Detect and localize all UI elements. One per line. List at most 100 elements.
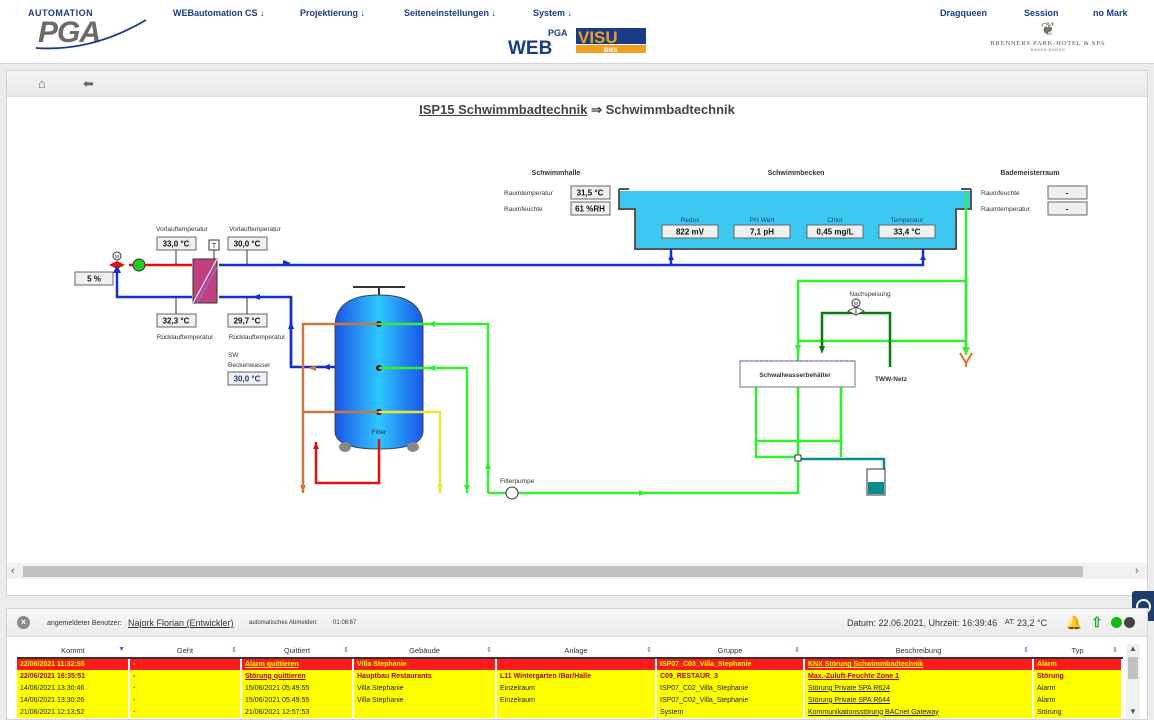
heating-pipes (115, 249, 925, 369)
label-schwimmhalle: Schwimmhalle (532, 170, 581, 177)
hotel-emblem-icon: ❦ (1040, 19, 1056, 40)
webvisu-visu-text: VISU (578, 28, 618, 47)
alarm-row[interactable]: 22/06/2021 16:35:51 - Störung quittieren… (17, 670, 1123, 682)
breadcrumb-link[interactable]: ISP15 Schwimmbadtechnik (419, 102, 587, 117)
menu-webautomation[interactable]: WEBautomation CS ↓ (173, 8, 265, 18)
mixing-valve-icon[interactable]: M (109, 251, 125, 273)
scroll-up-icon[interactable]: ▲ (1129, 644, 1137, 653)
col-gebaeude[interactable]: Gebäude ⇕ (353, 644, 496, 659)
webvisu-bms-text: BMS (604, 48, 617, 54)
menu-dragqueen[interactable]: Dragqueen (940, 8, 987, 18)
header: AUTOMATION PGA WEBautomation CS ↓ Projek… (0, 0, 1154, 64)
label-raumfeuchte: Raumfeuchte (504, 206, 543, 213)
refill-valve-icon[interactable]: M (847, 298, 865, 316)
valve-small-icon (794, 454, 802, 462)
label-beckentemperatur: Temperatur (891, 217, 925, 224)
hotel-name: BRENNERS PARK-HOTEL & SPA (990, 40, 1106, 47)
label-filter: Filter (372, 429, 387, 436)
logout-label: automatisches Abmelden: (249, 620, 318, 626)
svg-text:T: T (212, 243, 217, 250)
hotel-logo: ❦ BRENNERS PARK-HOTEL & SPA BADEN-BADEN (986, 19, 1110, 53)
dosing-tank (866, 468, 886, 496)
webvisu-logo: PGA WEB VISU BMS (508, 28, 646, 56)
webvisu-small-text: PGA (548, 28, 568, 38)
label-sw: SW (228, 352, 239, 359)
sort-icon: ⇕ (646, 647, 652, 654)
value-vorlauf2: 30,0 °C (234, 240, 261, 249)
value-bm-raumtemperatur: - (1066, 205, 1069, 214)
alarm-header-row: Kommt ▼ Geht ⇕ Quittiert ⇕ Gebäude ⇕ Anlage ⇕… (17, 644, 1122, 659)
scroll-thumb[interactable] (23, 566, 1083, 577)
description-link[interactable]: Max.-Zuluft-Feuchte Zone 1 (804, 670, 1034, 682)
arrow-up-icon[interactable]: ⇧ (1091, 614, 1103, 631)
acknowledge-link[interactable]: Störung quittieren (241, 670, 354, 682)
user-label: angemeldeter Benutzer: (47, 620, 122, 627)
sort-desc-icon: ▼ (118, 646, 125, 653)
label-ruecklauf1: Rücklauftemperatur (157, 334, 215, 341)
vertical-scrollbar[interactable]: ▲ ▼ (1126, 644, 1140, 719)
info-bar: × angemeldeter Benutzer: Najork Florian … (7, 609, 1147, 637)
col-anlage[interactable]: Anlage ⇕ (496, 644, 656, 659)
alarm-row[interactable]: 14/06/2021 13:30:46 - 15/06/2021 05:49:5… (17, 682, 1123, 694)
sort-icon: ⇕ (794, 647, 800, 654)
alarm-row[interactable]: 21/06/2021 12:13:52 - 21/06/2021 12:57:5… (17, 706, 1123, 718)
breadcrumb-current: Schwimmbadtechnik (605, 102, 735, 117)
col-beschreibung[interactable]: Beschreibung ⇕ (804, 644, 1033, 659)
menu-seiteneinstellungen[interactable]: Seiteneinstellungen ↓ (404, 8, 496, 18)
value-sw: 30,0 °C (234, 375, 261, 384)
alarm-row[interactable]: 22/06/2021 11:32:55 - Alarm quittieren V… (17, 658, 1123, 670)
label-bm-raumtemperatur: Raumtemperatur (981, 206, 1031, 213)
pga-logo[interactable]: AUTOMATION PGA (22, 6, 152, 56)
scroll-left-icon[interactable]: ‹ (11, 563, 15, 579)
value-raumtemperatur: 31,5 °C (577, 189, 604, 198)
heating-pump-icon[interactable] (132, 258, 146, 272)
scroll-right-icon[interactable]: › (1135, 563, 1139, 579)
value-vorlauf1: 33,0 °C (163, 240, 190, 249)
col-typ[interactable]: Typ ⇕ (1033, 644, 1122, 659)
horizontal-scrollbar[interactable]: ‹ › (7, 563, 1147, 579)
close-icon[interactable]: × (17, 616, 30, 629)
breadcrumb-arrow: ⇒ (591, 102, 602, 117)
menu-system[interactable]: System ↓ (533, 8, 572, 18)
webvisu-web-text: WEB (508, 38, 552, 56)
sort-icon: ⇕ (231, 647, 237, 654)
alarm-panel: × angemeldeter Benutzer: Najork Florian … (6, 608, 1148, 720)
label-bademeisterraum: Bademeisterraum (1000, 170, 1059, 177)
bell-icon[interactable]: 🔔 (1066, 615, 1082, 631)
menu-session[interactable]: Session (1024, 8, 1059, 18)
scroll-down-icon[interactable]: ▼ (1129, 707, 1137, 716)
col-gruppe[interactable]: Gruppe ⇕ (656, 644, 804, 659)
acknowledge-link[interactable]: Alarm quittieren (241, 658, 354, 670)
value-redox: 822 mV (676, 228, 705, 237)
label-vorlauf2: Vorlauftemperatur (229, 226, 282, 233)
col-quittiert[interactable]: Quittiert ⇕ (241, 644, 353, 659)
menu-projektierung[interactable]: Projektierung ↓ (300, 8, 365, 18)
menu-no-mark[interactable]: no Mark (1093, 8, 1128, 18)
page-title: ISP15 Schwimmbadtechnik ⇒ Schwimmbadtech… (7, 102, 1147, 118)
col-geht[interactable]: Geht ⇕ (129, 644, 241, 659)
alarm-row[interactable]: 14/06/2021 13:30:26 - 15/06/2021 05:49:5… (17, 694, 1123, 706)
home-icon[interactable]: ⌂ (38, 76, 46, 91)
user-name[interactable]: Najork Florian (Entwickler) (128, 618, 234, 628)
label-schwimmbecken: Schwimmbecken (768, 170, 825, 177)
label-ph: PH Wert (750, 217, 775, 224)
description-link[interactable]: Störung Private SPA R624 (804, 682, 1034, 694)
description-link[interactable]: KNX Störung Schwimmbadtechnik (804, 658, 1034, 670)
label-beckenwasser: Beckenwasser (228, 362, 271, 369)
scroll-thumb[interactable] (1128, 657, 1138, 679)
description-link[interactable]: Kommunikationsstörung BACnet Gateway (804, 706, 1034, 718)
description-link[interactable]: Störung Private SPA R644 (804, 694, 1034, 706)
nav-bar: ⌂ ⬅ (7, 71, 1147, 97)
filter-pump-icon[interactable] (505, 486, 519, 500)
heat-exchanger (192, 258, 218, 304)
sort-icon: ⇕ (1023, 647, 1029, 654)
col-kommt[interactable]: Kommt ▼ (17, 644, 129, 659)
value-raumfeuchte: 61 %RH (575, 205, 605, 214)
value-bm-raumfeuchte: - (1066, 189, 1069, 198)
datetime: Datum: 22.06.2021, Uhrzeit: 16:39:46 (847, 618, 998, 628)
alarm-table: Kommt ▼ Geht ⇕ Quittiert ⇕ Gebäude ⇕ Anlage ⇕… (17, 644, 1123, 718)
value-beckentemperatur: 33,4 °C (894, 228, 921, 237)
logo-swoosh-icon (35, 19, 147, 50)
back-arrow-icon[interactable]: ⬅ (83, 76, 94, 92)
outdoor-temp-value: 23,2 °C (1017, 618, 1048, 628)
